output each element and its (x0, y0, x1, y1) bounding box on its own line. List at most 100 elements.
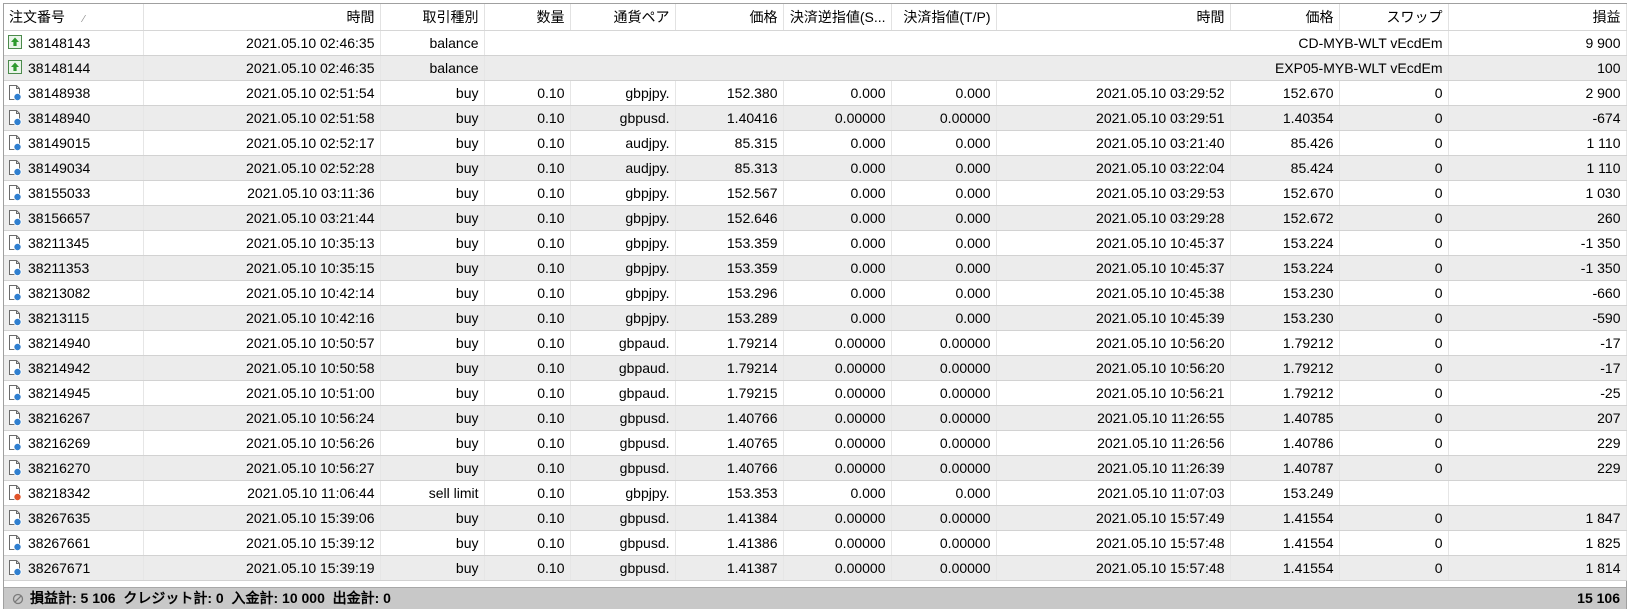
symbol-cell: gbpusd. (570, 530, 676, 556)
table-row[interactable]: 38267671 2021.05.10 15:39:19 buy 0.10 gbpusd… (4, 555, 1627, 581)
table-row[interactable]: 38213115 2021.05.10 10:42:16 buy 0.10 gbpjpy… (4, 305, 1627, 331)
time-cell: 2021.05.10 02:52:28 (143, 155, 381, 181)
stop-loss-cell: 0.00000 (783, 505, 892, 531)
profit-cell: -17 (1448, 330, 1627, 356)
symbol-cell: gbpjpy. (570, 255, 676, 281)
take-profit-cell: 0.000 (891, 255, 997, 281)
order-cell: 38148144 (4, 55, 144, 81)
order-number: 38267661 (28, 535, 91, 551)
table-row[interactable]: 38148938 2021.05.10 02:51:54 buy 0.10 gbpjpy… (4, 80, 1627, 106)
volume-cell: 0.10 (484, 130, 571, 156)
profit-cell: 1 110 (1448, 130, 1627, 156)
column-header-symbol[interactable]: 通貨ペア (570, 4, 676, 31)
type-cell: buy (380, 305, 485, 331)
table-row[interactable]: 38218342 2021.05.10 11:06:44 sell limit 0.1… (4, 480, 1627, 506)
table-row[interactable]: 38149034 2021.05.10 02:52:28 buy 0.10 audjpy… (4, 155, 1627, 181)
table-row[interactable]: 38214945 2021.05.10 10:51:00 buy 0.10 gbpaud… (4, 380, 1627, 406)
table-row[interactable]: 38216270 2021.05.10 10:56:27 buy 0.10 gbpusd… (4, 455, 1627, 481)
table-row[interactable]: 38213082 2021.05.10 10:42:14 buy 0.10 gbpjpy… (4, 280, 1627, 306)
symbol-cell: gbpusd. (570, 430, 676, 456)
table-row[interactable]: 38214942 2021.05.10 10:50:58 buy 0.10 gbpaud… (4, 355, 1627, 381)
column-header-close-price[interactable]: 価格 (1230, 4, 1340, 31)
profit-cell: -1 350 (1448, 255, 1627, 281)
table-row[interactable]: 38148143 2021.05.10 02:46:35 balance CD-MYB… (4, 30, 1627, 56)
buy-order-icon (8, 210, 22, 226)
stop-loss-cell: 0.00000 (783, 530, 892, 556)
symbol-cell: audjpy. (570, 155, 676, 181)
order-number: 38149015 (28, 135, 91, 151)
order-cell: 38149034 (4, 155, 144, 181)
stop-loss-cell: 0.000 (783, 205, 892, 231)
summary-bar: 損益計: 5 106 クレジット計: 0 入金計: 10 000 出金計: 0 … (4, 587, 1626, 609)
type-cell: buy (380, 330, 485, 356)
table-row[interactable]: 38216269 2021.05.10 10:56:26 buy 0.10 gbpusd… (4, 430, 1627, 456)
close-price-cell: 1.41554 (1230, 530, 1340, 556)
price-cell: 153.289 (675, 305, 784, 331)
type-cell: buy (380, 80, 485, 106)
table-row[interactable]: 38214940 2021.05.10 10:50:57 buy 0.10 gbpaud… (4, 330, 1627, 356)
stop-loss-cell: 0.000 (783, 230, 892, 256)
table-row[interactable]: 38148144 2021.05.10 02:46:35 balance EXP05-… (4, 55, 1627, 81)
swap-cell: 0 (1339, 555, 1449, 581)
column-header-order[interactable]: 注文番号 ⁄ (4, 4, 144, 31)
order-number: 38214942 (28, 360, 91, 376)
column-header-time[interactable]: 時間 (143, 4, 381, 31)
balance-icon (8, 35, 22, 51)
column-header-close-time[interactable]: 時間 (996, 4, 1231, 31)
take-profit-cell: 0.00000 (891, 355, 997, 381)
column-header-price[interactable]: 価格 (675, 4, 784, 31)
table-row[interactable]: 38211353 2021.05.10 10:35:15 buy 0.10 gbpjpy… (4, 255, 1627, 281)
table-row[interactable]: 38155033 2021.05.10 03:11:36 buy 0.10 gbpjpy… (4, 180, 1627, 206)
price-cell: 153.353 (675, 480, 784, 506)
close-time-cell: 2021.05.10 03:29:53 (996, 180, 1231, 206)
type-cell: buy (380, 130, 485, 156)
column-header-profit[interactable]: 損益 (1448, 4, 1627, 31)
take-profit-cell: 0.00000 (891, 330, 997, 356)
time-cell: 2021.05.10 10:50:57 (143, 330, 381, 356)
take-profit-cell: 0.00000 (891, 405, 997, 431)
stop-loss-cell: 0.00000 (783, 380, 892, 406)
column-header-volume[interactable]: 数量 (484, 4, 571, 31)
order-number: 38213082 (28, 285, 91, 301)
table-row[interactable]: 38211345 2021.05.10 10:35:13 buy 0.10 gbpjpy… (4, 230, 1627, 256)
time-cell: 2021.05.10 02:51:54 (143, 80, 381, 106)
symbol-cell: gbpjpy. (570, 280, 676, 306)
column-header-stop-loss[interactable]: 決済逆指値(S... (783, 4, 892, 31)
swap-cell: 0 (1339, 255, 1449, 281)
stop-icon (12, 593, 24, 605)
buy-order-icon (8, 410, 22, 426)
swap-cell: 0 (1339, 105, 1449, 131)
table-row[interactable]: 38148940 2021.05.10 02:51:58 buy 0.10 gbpusd… (4, 105, 1627, 131)
table-row[interactable]: 38149015 2021.05.10 02:52:17 buy 0.10 audjpy… (4, 130, 1627, 156)
table-row[interactable]: 38267661 2021.05.10 15:39:12 buy 0.10 gbpusd… (4, 530, 1627, 556)
symbol-cell: gbpjpy. (570, 80, 676, 106)
comment-cell: EXP05-MYB-WLT vEcdEm (484, 55, 1449, 81)
time-cell: 2021.05.10 15:39:12 (143, 530, 381, 556)
symbol-cell: gbpusd. (570, 555, 676, 581)
profit-cell: 9 900 (1448, 30, 1627, 56)
time-cell: 2021.05.10 10:56:27 (143, 455, 381, 481)
table-row[interactable]: 38216267 2021.05.10 10:56:24 buy 0.10 gbpusd… (4, 405, 1627, 431)
buy-order-icon (8, 310, 22, 326)
order-cell: 38214942 (4, 355, 144, 381)
close-time-cell: 2021.05.10 10:45:38 (996, 280, 1231, 306)
swap-cell: 0 (1339, 180, 1449, 206)
column-header-take-profit[interactable]: 決済指値(T/P) (891, 4, 997, 31)
volume-cell: 0.10 (484, 255, 571, 281)
take-profit-cell: 0.00000 (891, 505, 997, 531)
take-profit-cell: 0.000 (891, 180, 997, 206)
close-time-cell: 2021.05.10 15:57:49 (996, 505, 1231, 531)
column-header-type[interactable]: 取引種別 (380, 4, 485, 31)
volume-cell: 0.10 (484, 405, 571, 431)
close-time-cell: 2021.05.10 03:22:04 (996, 155, 1231, 181)
profit-cell: 1 847 (1448, 505, 1627, 531)
price-cell: 1.79215 (675, 380, 784, 406)
table-row[interactable]: 38156657 2021.05.10 03:21:44 buy 0.10 gbpjpy… (4, 205, 1627, 231)
table-row[interactable]: 38267635 2021.05.10 15:39:06 buy 0.10 gbpusd… (4, 505, 1627, 531)
profit-cell: 207 (1448, 405, 1627, 431)
order-number: 38211345 (28, 235, 90, 251)
profit-cell: -1 350 (1448, 230, 1627, 256)
type-cell: buy (380, 230, 485, 256)
column-header-swap[interactable]: スワップ (1339, 4, 1449, 31)
close-time-cell: 2021.05.10 11:07:03 (996, 480, 1231, 506)
